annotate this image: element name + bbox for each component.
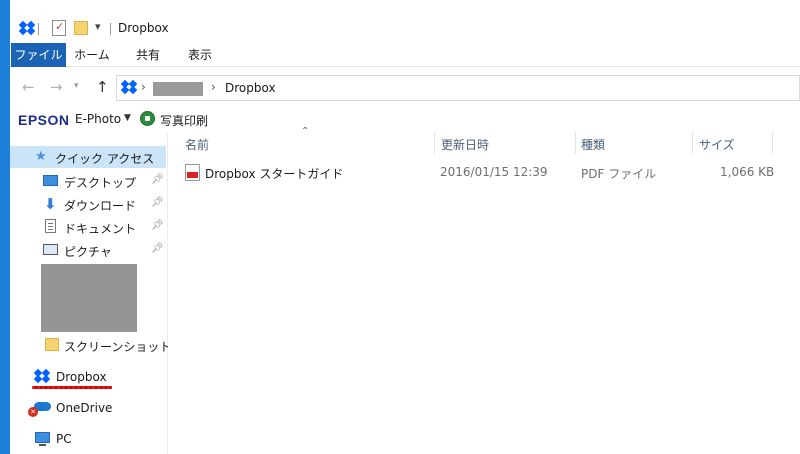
file-list: ⌃ 名前 更新日時 種類 サイズ Dropbox スタートガイド 2016/01… [168,126,800,454]
pin-icon[interactable]: 📌︎ [151,197,164,208]
column-header-type[interactable]: 種類 [581,136,605,153]
sidebar-item-screenshots[interactable]: スクリーンショット [10,334,171,356]
sidebar-item-label: ドキュメント [64,222,137,236]
navigation-pane: ★ クイック アクセス デスクトップ 📌︎ ⬇ ダウンロード 📌︎ ドキュメント… [10,132,171,454]
redacted-sidebar-items [41,264,137,332]
chevron-down-icon[interactable]: ▼ [124,113,131,123]
file-date: 2016/01/15 12:39 [440,165,548,179]
title-bar: ✓ ▾ Dropbox [10,13,800,43]
error-badge-icon: ✕ [28,407,38,417]
address-bar[interactable]: › › Dropbox [116,75,800,101]
column-divider[interactable] [692,132,693,154]
ribbon-tabs: ファイル ホーム 共有 表示 [10,43,800,67]
title-separator [38,23,39,35]
folder-icon [45,338,59,351]
sidebar-item-onedrive[interactable]: ✕ OneDrive [10,397,166,419]
file-size: 1,066 KB [720,165,775,179]
pin-icon[interactable]: 📌︎ [151,220,164,231]
properties-icon[interactable]: ✓ [52,20,66,36]
sidebar-item-documents[interactable]: ドキュメント 📌︎ [10,216,166,238]
sidebar-item-pc[interactable]: PC [10,428,166,450]
sidebar-item-dropbox[interactable]: Dropbox [10,366,166,388]
customize-toolbar-icon[interactable]: ▾ [95,20,101,33]
photo-print-button[interactable]: 写真印刷 [160,112,208,129]
column-divider[interactable] [772,132,773,154]
computer-icon [35,432,50,446]
tab-share[interactable]: 共有 [128,43,168,67]
file-name: Dropbox スタートガイド [205,167,344,181]
column-header: 名前 更新日時 種類 サイズ [168,132,800,154]
dropbox-icon [120,79,138,95]
title-separator [110,23,111,35]
dropbox-icon [18,20,36,36]
sidebar-item-label: OneDrive [56,401,113,415]
table-row[interactable]: Dropbox スタートガイド 2016/01/15 12:39 PDF ファイ… [168,162,800,184]
breadcrumb-current[interactable]: Dropbox [225,81,276,95]
tab-file[interactable]: ファイル [11,43,66,67]
sidebar-item-label: デスクトップ [64,176,137,190]
sidebar-item-label: ダウンロード [64,199,137,213]
back-arrow-icon[interactable]: ← [22,78,35,96]
sidebar-item-downloads[interactable]: ⬇ ダウンロード 📌︎ [10,193,166,215]
column-divider[interactable] [575,132,576,154]
photo-print-icon[interactable] [140,111,155,126]
red-underline-annotation [32,386,112,389]
breadcrumb-chevron-icon[interactable]: › [141,80,146,94]
tab-view[interactable]: 表示 [180,43,220,67]
desktop-icon [43,175,58,186]
breadcrumb-chevron-icon[interactable]: › [211,80,216,94]
download-icon: ⬇ [44,195,57,213]
column-divider[interactable] [434,132,435,154]
document-icon [45,219,56,233]
tab-home[interactable]: ホーム [72,43,112,67]
sidebar-item-label: クイック アクセス [55,152,155,166]
recent-locations-chevron-icon[interactable]: ▾ [74,81,79,91]
pdf-file-icon [185,164,200,181]
pin-icon[interactable]: 📌︎ [151,174,164,185]
pictures-icon [43,244,58,255]
sidebar-item-quick-access[interactable]: ★ クイック アクセス [10,146,166,168]
sidebar-item-label: PC [56,432,72,446]
epson-logo: EPSON [18,112,70,128]
sidebar-item-label: ピクチャ [64,245,112,259]
sidebar-item-label: スクリーンショット [64,340,172,354]
desktop-edge [0,0,10,454]
column-header-date[interactable]: 更新日時 [441,136,489,153]
redacted-breadcrumb[interactable] [153,82,203,96]
column-header-name[interactable]: 名前 [185,136,209,153]
sidebar-item-pictures[interactable]: ピクチャ 📌︎ [10,239,166,261]
ephoto-button[interactable]: E-Photo [75,112,121,126]
epson-toolbar: EPSON E-Photo ▼ 写真印刷 [10,108,800,132]
window-title: Dropbox [118,21,169,35]
address-row: ← → ▾ ↑ › › Dropbox [10,68,800,108]
forward-arrow-icon[interactable]: → [50,78,63,96]
pin-icon[interactable]: 📌︎ [151,243,164,254]
file-type: PDF ファイル [581,167,657,181]
up-arrow-icon[interactable]: ↑ [96,78,109,96]
dropbox-icon [33,368,51,384]
sidebar-item-label: Dropbox [56,370,107,384]
new-folder-icon[interactable] [74,21,88,35]
column-header-size[interactable]: サイズ [699,136,735,153]
sidebar-item-desktop[interactable]: デスクトップ 📌︎ [10,170,166,192]
star-icon: ★ [35,149,47,164]
